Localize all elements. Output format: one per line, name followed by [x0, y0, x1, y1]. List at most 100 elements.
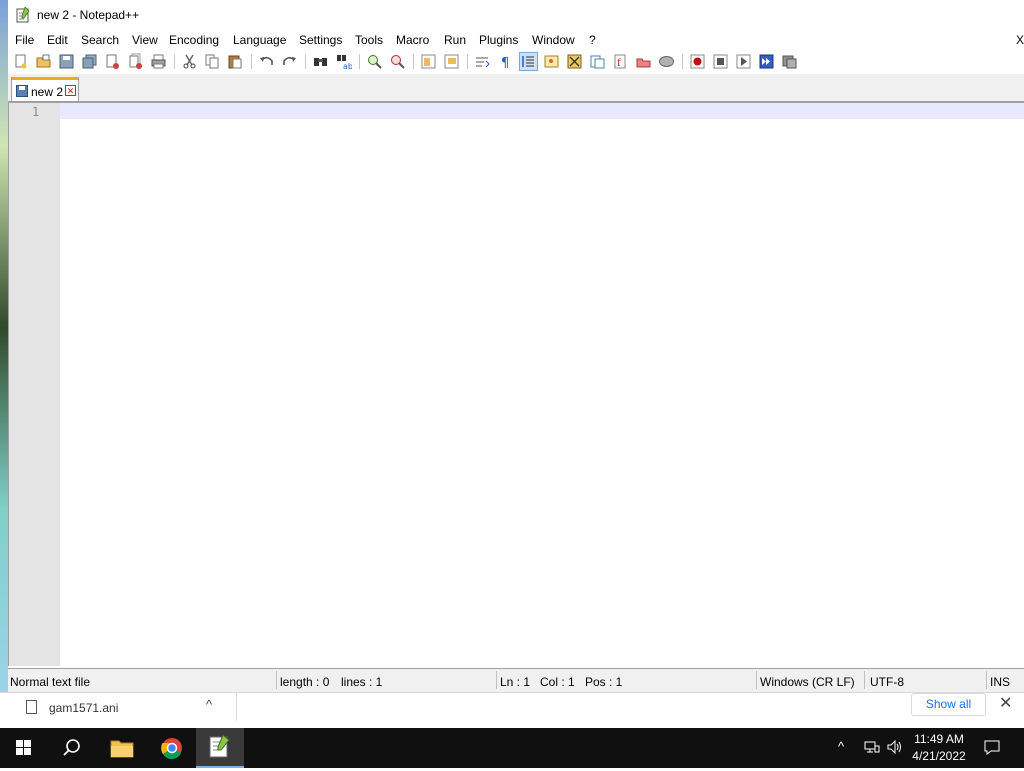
svg-text:¶: ¶ — [501, 56, 509, 70]
download-shelf: gam1571.ani ^ Show all ✕ — [0, 692, 1024, 728]
copy-icon[interactable] — [204, 53, 221, 70]
tab-close-icon[interactable]: ✕ — [65, 85, 76, 96]
show-hidden-icons-icon[interactable]: ^ — [838, 739, 844, 754]
panel-icon[interactable] — [658, 53, 675, 70]
status-ln: Ln : 1 — [500, 675, 531, 689]
menu-tools[interactable]: Tools — [355, 33, 383, 47]
volume-icon[interactable] — [887, 740, 903, 754]
status-eol[interactable]: Windows (CR LF) — [760, 675, 855, 689]
status-bar: Normal text file length : 0 lines : 1 Ln… — [8, 668, 1024, 692]
sync-horizontal-icon[interactable] — [443, 53, 460, 70]
folder-workspace-icon[interactable]: f — [612, 53, 629, 70]
menu-macro[interactable]: Macro — [396, 33, 429, 47]
download-divider — [236, 693, 237, 721]
close-icon[interactable]: ✕ — [999, 693, 1012, 713]
clock[interactable]: 11:49 AM 4/21/2022 — [908, 731, 970, 765]
taskbar: ^ 11:49 AM 4/21/2022 — [0, 728, 1024, 768]
show-all-chars-icon[interactable]: ¶ — [497, 53, 514, 70]
menu-language[interactable]: Language — [233, 33, 286, 47]
tab-new-2[interactable]: new 2 ✕ — [11, 77, 79, 101]
search-icon[interactable] — [48, 728, 96, 768]
close-document-icon[interactable]: X — [1016, 33, 1024, 47]
notification-center-icon[interactable] — [984, 740, 1000, 755]
redo-icon[interactable] — [281, 53, 298, 70]
file-icon — [26, 700, 37, 714]
notepadpp-app-icon — [16, 7, 30, 23]
run-macro-multiple-icon[interactable] — [758, 53, 775, 70]
download-filename[interactable]: gam1571.ani — [49, 701, 118, 715]
replace-icon[interactable]: ab — [335, 53, 352, 70]
cut-icon[interactable] — [181, 53, 198, 70]
title-bar[interactable]: new 2 - Notepad++ — [8, 0, 1024, 31]
network-icon[interactable] — [864, 740, 880, 754]
zoom-out-icon[interactable] — [389, 53, 406, 70]
record-macro-icon[interactable] — [689, 53, 706, 70]
menu-run[interactable]: Run — [444, 33, 466, 47]
toolbar-separator — [174, 54, 175, 69]
toolbar-separator — [251, 54, 252, 69]
word-wrap-icon[interactable] — [474, 53, 491, 70]
clock-date: 4/21/2022 — [912, 749, 966, 763]
close-icon[interactable] — [104, 53, 121, 70]
close-all-icon[interactable] — [127, 53, 144, 70]
notepadpp-taskbar-icon[interactable] — [196, 728, 244, 768]
menu-edit[interactable]: Edit — [47, 33, 68, 47]
menu-window[interactable]: Window — [532, 33, 575, 47]
menu-encoding[interactable]: Encoding — [169, 33, 219, 47]
zoom-in-icon[interactable] — [366, 53, 383, 70]
status-ins-mode[interactable]: INS — [990, 675, 1010, 689]
save-status-icon — [16, 85, 28, 97]
status-separator — [986, 671, 987, 689]
desktop-background-strip — [0, 0, 8, 728]
status-col: Col : 1 — [540, 675, 575, 689]
status-separator — [496, 671, 497, 689]
status-separator — [864, 671, 865, 689]
function-list-icon[interactable] — [589, 53, 606, 70]
doc-map-icon[interactable] — [566, 53, 583, 70]
open-file-icon[interactable] — [35, 53, 52, 70]
menu-file[interactable]: File — [15, 33, 34, 47]
sync-vertical-icon[interactable] — [420, 53, 437, 70]
indent-guide-icon[interactable] — [519, 52, 538, 71]
chrome-icon[interactable] — [148, 728, 196, 768]
windows-start-icon[interactable] — [0, 728, 48, 768]
menu-bar: File Edit Search View Encoding Language … — [8, 31, 1024, 51]
notepadpp-window: new 2 - Notepad++ File Edit Search View … — [8, 0, 1024, 692]
save-all-icon[interactable] — [81, 53, 98, 70]
print-icon[interactable] — [150, 53, 167, 70]
chevron-up-icon[interactable]: ^ — [206, 697, 212, 712]
monitoring-icon[interactable] — [635, 53, 652, 70]
show-all-button[interactable]: Show all — [911, 693, 986, 716]
toolbar: ab ¶ f — [8, 51, 1024, 73]
toolbar-separator — [305, 54, 306, 69]
user-language-icon[interactable] — [543, 53, 560, 70]
menu-plugins[interactable]: Plugins — [479, 33, 518, 47]
clock-time: 11:49 AM — [914, 732, 964, 746]
play-macro-icon[interactable] — [735, 53, 752, 70]
menu-search[interactable]: Search — [81, 33, 119, 47]
status-encoding: UTF-8 — [870, 675, 904, 689]
status-length: length : 0 — [280, 675, 330, 689]
save-icon[interactable] — [58, 53, 75, 70]
window-title: new 2 - Notepad++ — [37, 8, 140, 22]
status-file-type: Normal text file — [10, 675, 91, 689]
menu-help[interactable]: ? — [589, 33, 596, 47]
svg-text:ab: ab — [343, 62, 352, 70]
editor-area[interactable]: 1 — [8, 102, 1024, 666]
find-icon[interactable] — [312, 53, 329, 70]
status-separator — [276, 671, 277, 689]
status-pos: Pos : 1 — [585, 675, 623, 689]
stop-record-icon[interactable] — [712, 53, 729, 70]
menu-view[interactable]: View — [132, 33, 158, 47]
toolbar-separator — [359, 54, 360, 69]
paste-icon[interactable] — [227, 53, 244, 70]
save-macro-icon[interactable] — [781, 53, 798, 70]
tab-bar: new 2 ✕ — [8, 74, 1024, 102]
new-file-icon[interactable] — [12, 53, 29, 70]
undo-icon[interactable] — [258, 53, 275, 70]
file-explorer-icon[interactable] — [98, 728, 146, 768]
toolbar-separator — [413, 54, 414, 69]
menu-settings[interactable]: Settings — [299, 33, 342, 47]
toolbar-separator — [682, 54, 683, 69]
tab-label: new 2 — [31, 85, 64, 99]
